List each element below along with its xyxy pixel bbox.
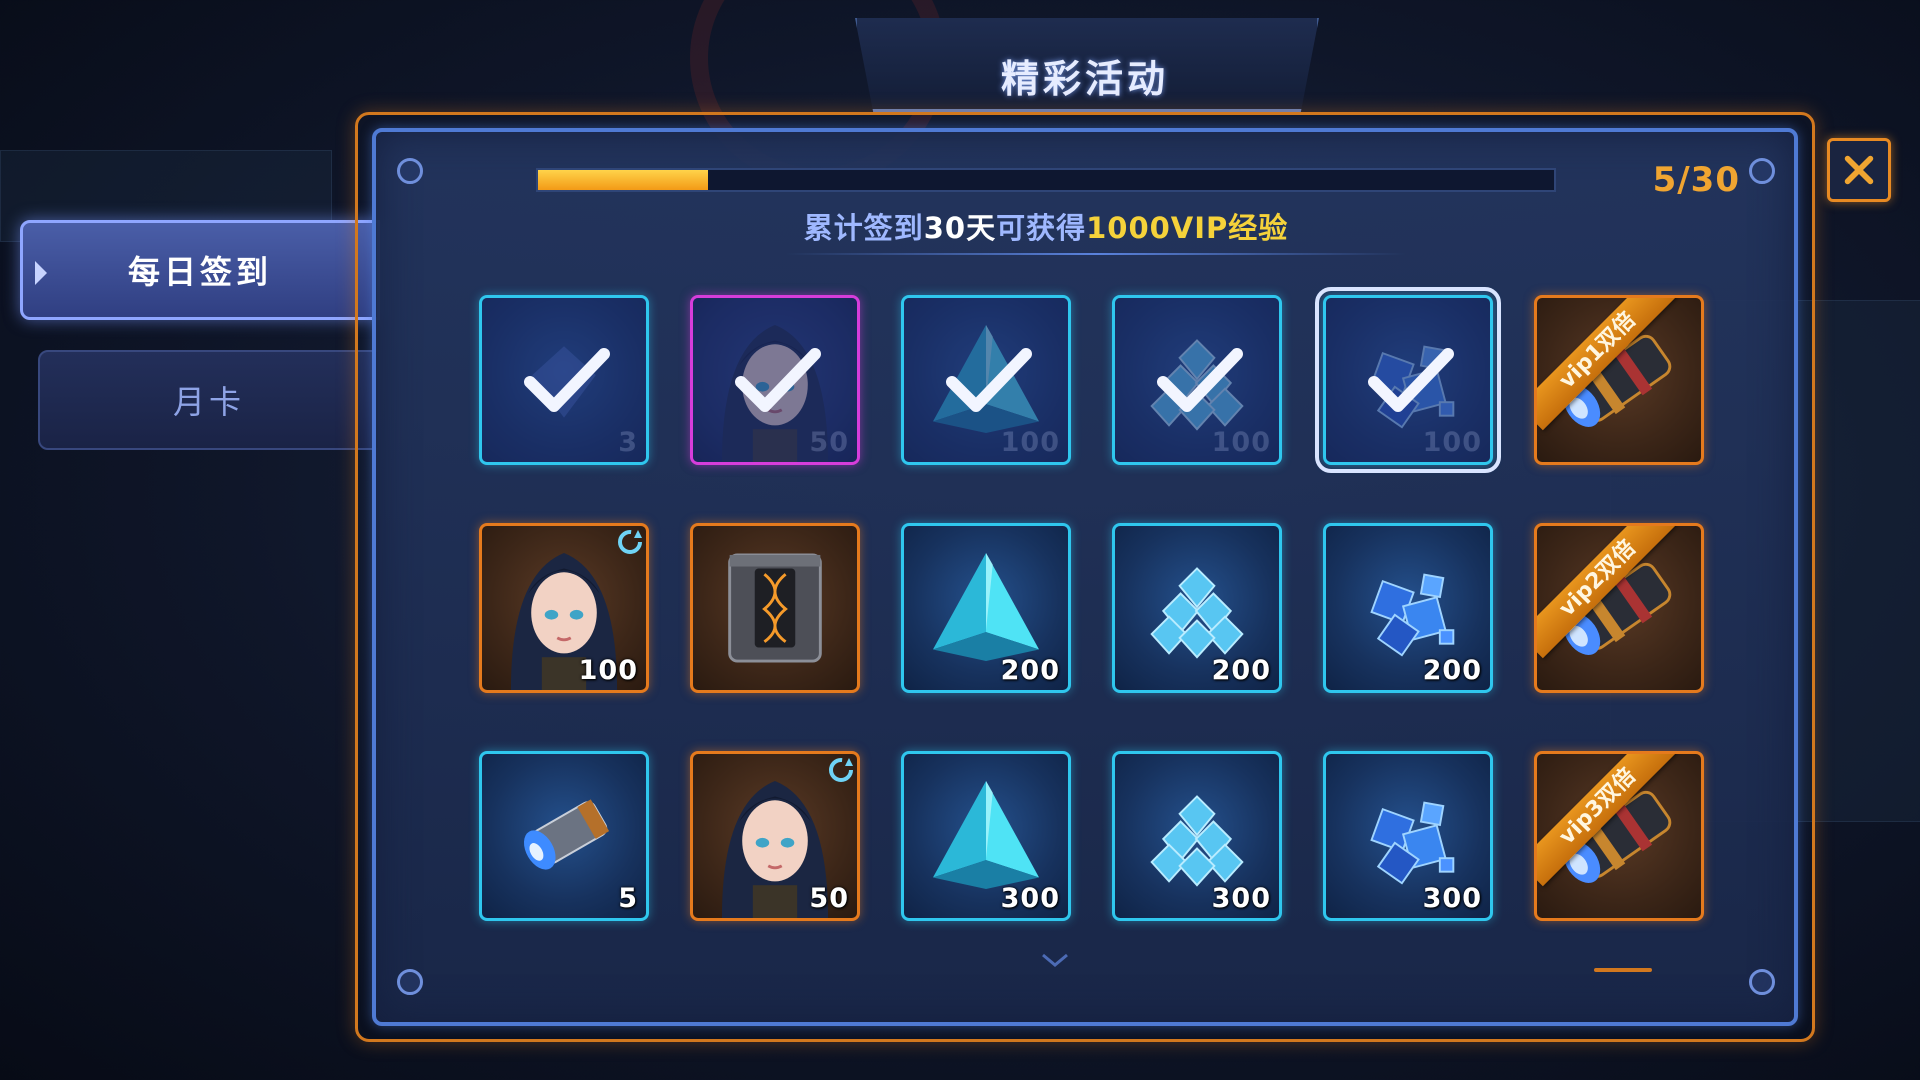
tab-arrow-icon (35, 261, 47, 285)
check-icon (1368, 348, 1454, 412)
reward-cell-day-1[interactable]: 3 (479, 295, 649, 465)
reward-cell-day-12[interactable]: vip2双倍 (1534, 523, 1704, 693)
reward-quantity: 100 (1422, 427, 1482, 458)
subtitle-reward: 1000VIP经验 (1086, 211, 1289, 245)
close-icon (1844, 155, 1874, 185)
reward-quantity: 100 (578, 655, 638, 686)
reward-quantity: 3 (618, 427, 638, 458)
reward-quantity: 50 (809, 883, 849, 914)
check-icon (524, 348, 610, 412)
reward-quantity: 5 (618, 883, 638, 914)
reward-cell-day-10[interactable]: 200 (1112, 523, 1282, 693)
reward-quantity: 300 (1000, 883, 1060, 914)
reward-quantity: 100 (1211, 427, 1271, 458)
subtitle-divider (786, 253, 1406, 255)
reward-cell-day-13[interactable]: 5 (479, 751, 649, 921)
refresh-icon (618, 530, 642, 554)
corner-ornament (1749, 969, 1775, 995)
page-title: 精彩活动 (1000, 57, 1169, 101)
scroll-down-icon[interactable] (1040, 952, 1070, 968)
corner-ornament (1749, 158, 1775, 184)
tab-label: 每日签到 (127, 253, 272, 291)
close-button[interactable] (1827, 138, 1891, 202)
reward-cell-day-18[interactable]: vip3双倍 (1534, 751, 1704, 921)
tab-label: 月卡 (172, 383, 245, 421)
reward-cell-day-11[interactable]: 200 (1323, 523, 1493, 693)
check-icon (1157, 348, 1243, 412)
reward-cell-day-14[interactable]: 50 (690, 751, 860, 921)
corner-ornament (397, 969, 423, 995)
reward-quantity: 50 (809, 427, 849, 458)
reward-cell-day-3[interactable]: 100 (901, 295, 1071, 465)
reward-quantity: 200 (1211, 655, 1271, 686)
progress-fill (538, 170, 708, 190)
subtitle-part: 可获得 (996, 211, 1087, 245)
refresh-icon (829, 758, 853, 782)
sign-in-progress-bar (536, 168, 1556, 192)
reward-quantity: 300 (1422, 883, 1482, 914)
reward-cell-day-2[interactable]: 50 (690, 295, 860, 465)
reward-cell-day-8[interactable] (690, 523, 860, 693)
reward-quantity: 300 (1211, 883, 1271, 914)
tab-monthly-card[interactable]: 月卡 (38, 350, 380, 450)
subtitle-days: 30天 (923, 211, 997, 245)
reward-cell-day-7[interactable]: 100 (479, 523, 649, 693)
reward-cell-day-16[interactable]: 300 (1112, 751, 1282, 921)
reward-cell-day-6[interactable]: vip1双倍 (1534, 295, 1704, 465)
reward-quantity: 200 (1000, 655, 1060, 686)
scroll-indicator (1594, 968, 1652, 972)
tab-daily-sign-in[interactable]: 每日签到 (20, 220, 380, 320)
cumulative-reward-text: 累计签到30天可获得1000VIP经验 (536, 205, 1556, 247)
reward-cell-day-9[interactable]: 200 (901, 523, 1071, 693)
reward-quantity: 100 (1000, 427, 1060, 458)
corner-ornament (397, 158, 423, 184)
reward-quantity: 200 (1422, 655, 1482, 686)
reward-cell-day-15[interactable]: 300 (901, 751, 1071, 921)
check-icon (735, 348, 821, 412)
reward-cell-day-5[interactable]: 100 (1315, 287, 1501, 473)
progress-count: 5/30 (1652, 160, 1740, 200)
subtitle-part: 累计签到 (803, 211, 924, 245)
reward-cell-day-4[interactable]: 100 (1112, 295, 1282, 465)
check-icon (946, 348, 1032, 412)
reward-cell-day-17[interactable]: 300 (1323, 751, 1493, 921)
